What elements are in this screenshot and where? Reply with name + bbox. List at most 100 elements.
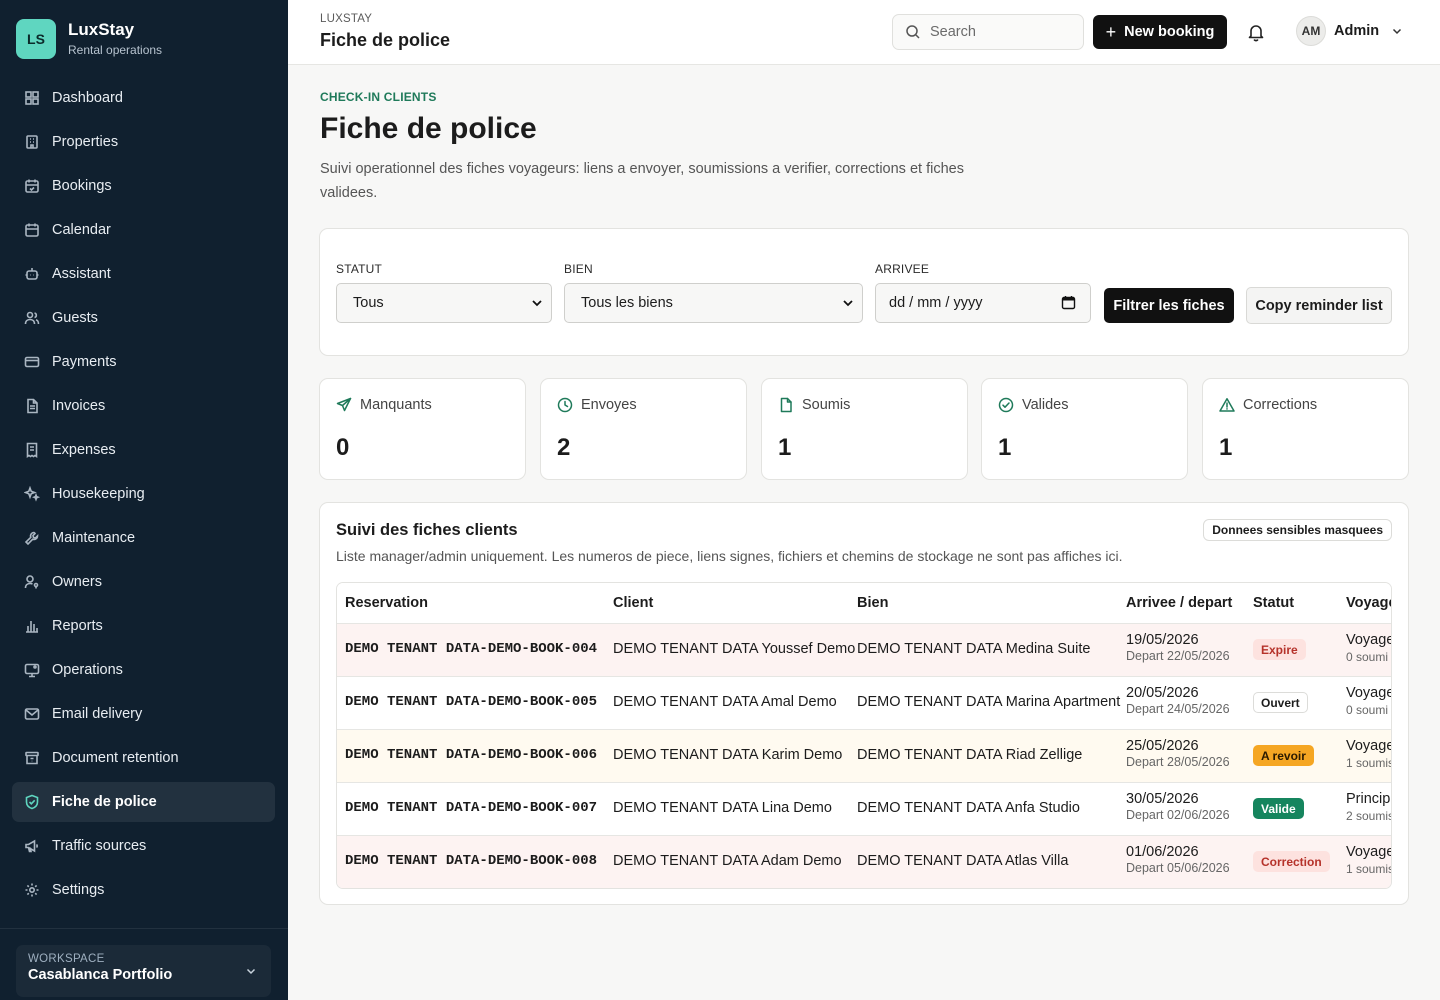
new-booking-button[interactable]: + New booking (1093, 15, 1227, 49)
sidebar-item-payments[interactable]: Payments (12, 342, 275, 382)
sidebar-item-calendar[interactable]: Calendar (12, 210, 275, 250)
workspace-switcher[interactable]: WORKSPACE Casablanca Portfolio (16, 945, 271, 997)
plus-icon: + (1105, 21, 1117, 42)
sidebar-item-bookings[interactable]: Bookings (12, 166, 275, 206)
sidebar-item-invoices[interactable]: Invoices (12, 386, 275, 426)
user-key-icon (24, 574, 40, 590)
column-header[interactable]: Arrivee / depart (1126, 595, 1232, 611)
sidebar-item-housekeeping[interactable]: Housekeeping (12, 474, 275, 514)
client-cell: DEMO TENANT DATA Youssef Demo (613, 641, 856, 657)
voyageur-count: 1 soumis (1346, 862, 1392, 876)
column-header[interactable]: Voyage (1346, 595, 1391, 611)
sidebar-item-assistant[interactable]: Assistant (12, 254, 275, 294)
filter-button[interactable]: Filtrer les fiches (1104, 288, 1234, 323)
bien-cell: DEMO TENANT DATA Anfa Studio (857, 800, 1080, 816)
search-input[interactable]: Search (892, 14, 1084, 50)
search-icon (906, 25, 920, 39)
workspace-value: Casablanca Portfolio (28, 967, 173, 983)
check-circle-icon (998, 397, 1014, 413)
reservation-cell: DEMO TENANT DATA-DEMO-BOOK-007 (345, 800, 598, 816)
statut-select-value: Tous (353, 295, 384, 311)
stat-card-corrections[interactable]: Corrections 1 (1202, 378, 1409, 480)
sidebar-item-label: Assistant (52, 266, 111, 282)
sidebar-item-label: Dashboard (52, 90, 123, 106)
status-badge: Ouvert (1253, 692, 1308, 713)
column-header[interactable]: Client (613, 595, 653, 611)
arrivee-date-input[interactable]: dd / mm / yyyy (875, 283, 1091, 323)
bien-select-value: Tous les biens (581, 295, 673, 311)
chevron-down-icon (843, 300, 853, 307)
stat-card-soumis[interactable]: Soumis 1 (761, 378, 968, 480)
stat-label: Manquants (360, 397, 432, 413)
dates-cell: 25/05/2026 Depart 28/05/2026 (1126, 738, 1230, 769)
page-intro: Suivi operationnel des fiches voyageurs:… (320, 161, 964, 201)
sidebar-item-reports[interactable]: Reports (12, 606, 275, 646)
clock-icon (557, 397, 573, 413)
bien-select[interactable]: Tous les biens (564, 283, 863, 323)
status-badge: A revoir (1253, 745, 1314, 766)
voyageur-count: 1 soumis (1346, 756, 1392, 770)
sidebar-item-operations[interactable]: Operations (12, 650, 275, 690)
chevron-down-icon (246, 968, 256, 975)
column-header[interactable]: Reservation (345, 595, 428, 611)
fiches-table: Reservation Client Bien Arrivee / depart… (336, 582, 1392, 889)
calendar-check-icon (24, 178, 40, 194)
bien-cell: DEMO TENANT DATA Marina Apartment (857, 694, 1121, 710)
stat-card-valides[interactable]: Valides 1 (981, 378, 1188, 480)
arrival-date: 01/06/2026 (1126, 844, 1199, 860)
table-row[interactable]: DEMO TENANT DATA-DEMO-BOOK-004 DEMO TENAN… (337, 623, 1391, 676)
client-cell: DEMO TENANT DATA Karim Demo (613, 747, 843, 763)
reservation-cell: DEMO TENANT DATA-DEMO-BOOK-004 (345, 641, 598, 657)
brand[interactable]: LS LuxStay Rental operations (16, 19, 162, 59)
arrival-date: 25/05/2026 (1126, 738, 1199, 754)
column-header[interactable]: Bien (857, 595, 888, 611)
table-row[interactable]: DEMO TENANT DATA-DEMO-BOOK-008 DEMO TENAN… (337, 835, 1392, 888)
user-menu[interactable]: AM Admin (1296, 16, 1403, 46)
sidebar-item-expenses[interactable]: Expenses (12, 430, 275, 470)
sidebar-item-owners[interactable]: Owners (12, 562, 275, 602)
stat-value: 1 (778, 434, 792, 461)
stat-label: Corrections (1243, 397, 1318, 413)
avatar: AM (1296, 16, 1326, 46)
sidebar-item-properties[interactable]: Properties (12, 122, 275, 162)
sidebar-item-document-retention[interactable]: Document retention (12, 738, 275, 778)
sidebar-item-fiche-de-police[interactable]: Fiche de police (12, 782, 275, 822)
table-subtitle: Liste manager/admin uniquement. Les nume… (336, 548, 1123, 564)
sidebar-item-label: Bookings (52, 178, 112, 194)
reservation-cell: DEMO TENANT DATA-DEMO-BOOK-006 (345, 747, 598, 763)
client-cell: DEMO TENANT DATA Adam Demo (613, 853, 842, 869)
sidebar-item-label: Fiche de police (52, 794, 157, 810)
sidebar-item-traffic-sources[interactable]: Traffic sources (12, 826, 275, 866)
sidebar-item-maintenance[interactable]: Maintenance (12, 518, 275, 558)
table-row[interactable]: DEMO TENANT DATA-DEMO-BOOK-007 DEMO TENAN… (337, 782, 1391, 835)
voyageur-label: Voyage (1346, 685, 1392, 701)
column-header[interactable]: Statut (1253, 595, 1294, 611)
departure-date: Depart 02/06/2026 (1126, 808, 1230, 822)
mail-icon (24, 706, 40, 722)
voyageur-label: Princip (1346, 791, 1391, 807)
calendar-icon[interactable] (1061, 295, 1076, 310)
sidebar-item-email-delivery[interactable]: Email delivery (12, 694, 275, 734)
stat-card-manquants[interactable]: Manquants 0 (319, 378, 526, 480)
statut-select[interactable]: Tous (336, 283, 552, 323)
sidebar-item-settings[interactable]: Settings (12, 870, 275, 910)
fiches-table-card: Suivi des fiches clients Liste manager/a… (319, 502, 1409, 905)
status-badge: Correction (1253, 851, 1330, 872)
filter-bien-label: BIEN (564, 262, 593, 276)
dates-cell: 01/06/2026 Depart 05/06/2026 (1126, 844, 1230, 875)
topbar-kicker: LUXSTAY (320, 13, 373, 25)
table-row[interactable]: DEMO TENANT DATA-DEMO-BOOK-006 DEMO TENAN… (337, 729, 1392, 782)
table-row[interactable]: DEMO TENANT DATA-DEMO-BOOK-005 DEMO TENAN… (337, 676, 1392, 729)
sidebar-item-label: Properties (52, 134, 119, 150)
bien-cell: DEMO TENANT DATA Medina Suite (857, 641, 1091, 657)
sidebar-item-label: Owners (52, 574, 102, 590)
sidebar-item-guests[interactable]: Guests (12, 298, 275, 338)
sidebar-item-dashboard[interactable]: Dashboard (12, 78, 275, 118)
voyageur-count: 0 soumi (1346, 703, 1389, 717)
bell-icon[interactable] (1246, 22, 1266, 42)
user-name: Admin (1334, 23, 1380, 39)
wrench-icon (24, 530, 40, 546)
copy-reminder-button[interactable]: Copy reminder list (1246, 287, 1392, 324)
users-icon (24, 310, 40, 326)
stat-card-envoyes[interactable]: Envoyes 2 (540, 378, 747, 480)
